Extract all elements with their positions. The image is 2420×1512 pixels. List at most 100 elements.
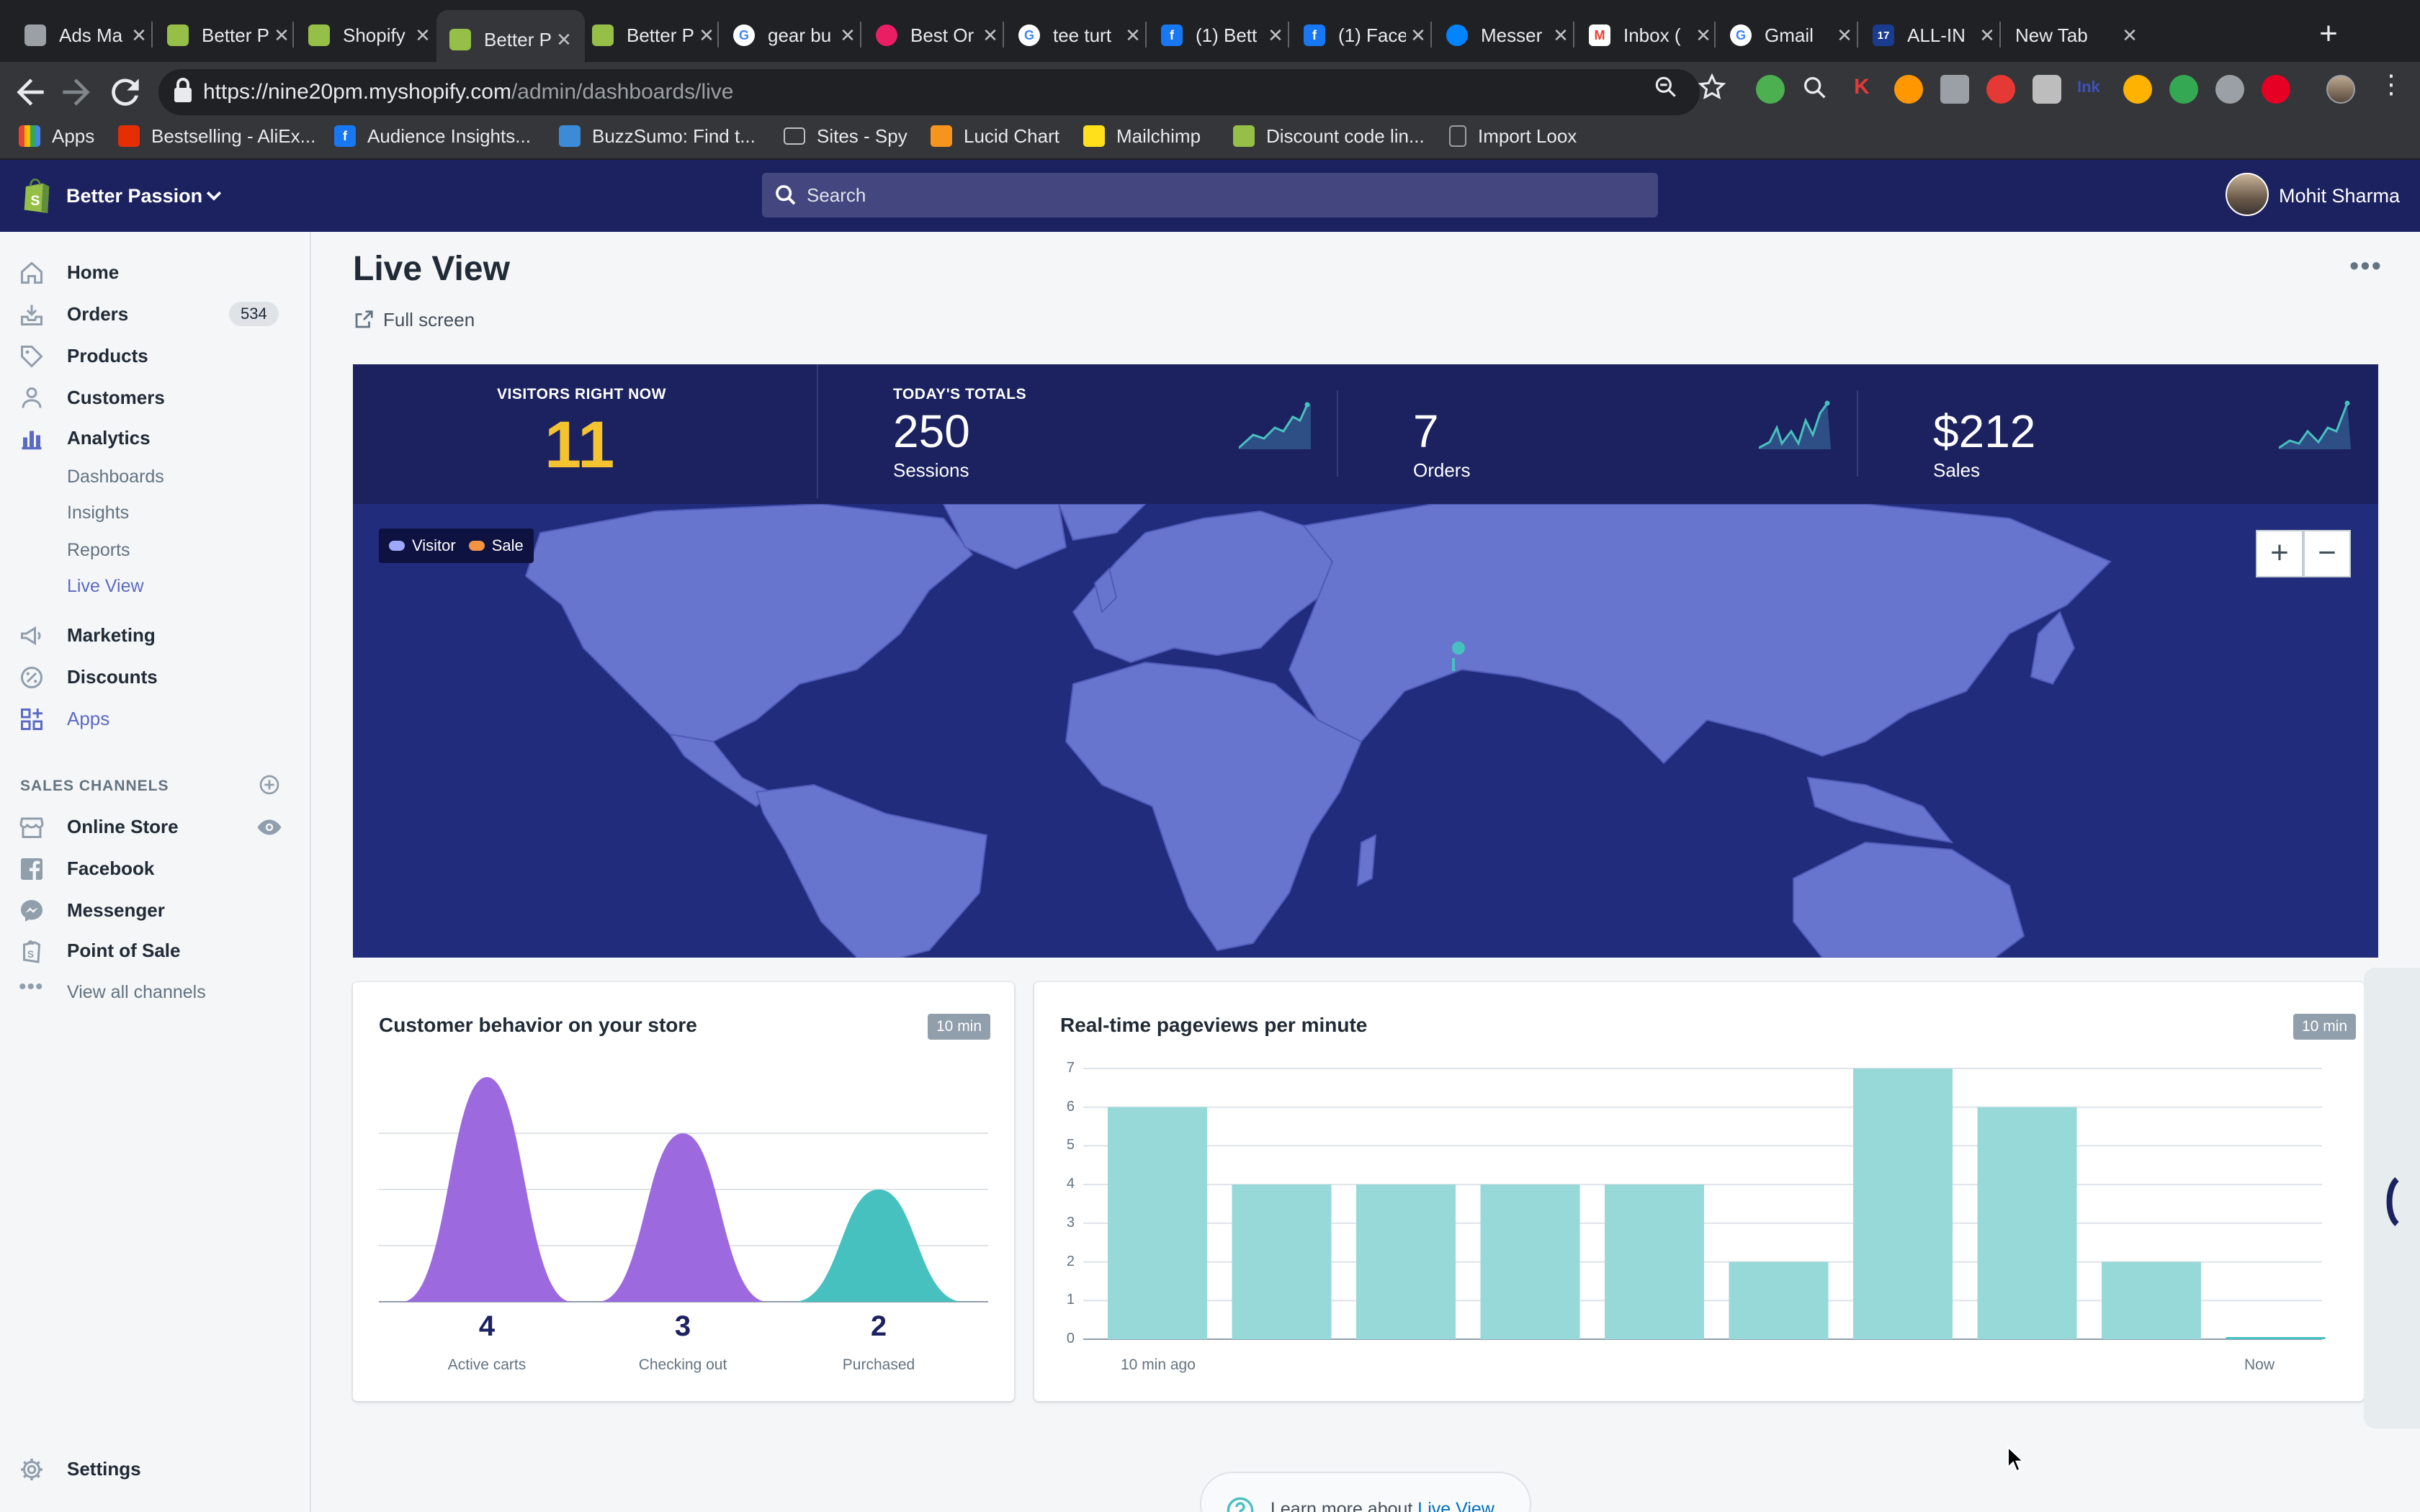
sidebar-subitem-reports[interactable]: Reports	[0, 531, 302, 569]
avatar[interactable]	[2226, 173, 2269, 216]
sidebar-subitem-insights[interactable]: Insights	[0, 494, 302, 531]
close-tab-icon[interactable]: ✕	[2118, 24, 2142, 47]
close-tab-icon[interactable]: ✕	[1121, 24, 1145, 47]
extension-cloud-icon[interactable]	[2123, 75, 2152, 104]
browser-tab[interactable]: Better P ✕	[436, 10, 585, 69]
pageviews-bar[interactable]	[1605, 1184, 1704, 1339]
extension-code-icon[interactable]	[1940, 75, 1969, 104]
user-name[interactable]: Mohit Sharma	[2279, 180, 2400, 212]
browser-tab[interactable]: f (1) Face ✕	[1291, 12, 1439, 59]
forward-button[interactable]	[56, 72, 97, 112]
bookmark-item[interactable]: BuzzSumo: Find t...	[559, 120, 756, 153]
browser-tab[interactable]: New Tab ✕	[2002, 12, 2151, 59]
close-tab-icon[interactable]: ✕	[127, 24, 151, 47]
bookmark-item[interactable]: f Audience Insights...	[334, 120, 531, 153]
pageviews-bar[interactable]	[1232, 1184, 1332, 1339]
pageviews-bar[interactable]	[1356, 1184, 1456, 1339]
pageviews-bar[interactable]	[2226, 1337, 2326, 1339]
pageviews-bar[interactable]	[1729, 1261, 1829, 1339]
pageviews-bar[interactable]	[1977, 1107, 2077, 1339]
pinterest-icon[interactable]	[2262, 75, 2290, 104]
zoom-icon[interactable]	[1652, 73, 1680, 101]
browser-tab[interactable]: Messer ✕	[1433, 12, 1582, 59]
browser-tab[interactable]: 17 ALL-IN ✕	[1860, 12, 2008, 59]
sidebar-subitem-live-view[interactable]: Live View	[0, 567, 302, 605]
sidebar-channel-point-of-sale[interactable]: S Point of Sale	[0, 932, 302, 969]
extension-arch-icon[interactable]	[2215, 75, 2244, 104]
sidebar-channel-facebook[interactable]: Facebook	[0, 850, 302, 887]
profile-avatar-icon[interactable]	[2326, 75, 2355, 104]
pageviews-bar[interactable]	[1853, 1068, 1953, 1339]
new-tab-button[interactable]: +	[2311, 16, 2347, 52]
sidebar-item-apps[interactable]: Apps	[0, 700, 302, 737]
fullscreen-link[interactable]: Full screen	[353, 305, 475, 334]
close-tab-icon[interactable]: ✕	[411, 24, 435, 47]
bookmark-item[interactable]: Lucid Chart	[931, 120, 1059, 153]
browser-tab[interactable]: Gtee turt ✕	[1005, 12, 1154, 59]
learn-more-link[interactable]: Live View	[1417, 1499, 1494, 1512]
close-tab-icon[interactable]: ✕	[1691, 24, 1716, 47]
browser-tab[interactable]: Ggear bu ✕	[720, 12, 869, 59]
browser-tab[interactable]: f (1) Bett ✕	[1148, 12, 1296, 59]
browser-tab[interactable]: G Gmail ✕	[1717, 12, 1865, 59]
chevron-down-icon[interactable]	[203, 184, 225, 206]
sidebar-item-orders[interactable]: Orders 534	[0, 295, 302, 333]
sidebar-subitem-dashboards[interactable]: Dashboards	[0, 458, 302, 495]
extension-blue-text-icon[interactable]: Ink	[2077, 78, 2100, 96]
bookmark-item[interactable]: Discount code lin...	[1233, 120, 1425, 153]
sidebar-item-discounts[interactable]: Discounts	[0, 658, 302, 696]
browser-menu-icon[interactable]: ⋮	[2378, 69, 2404, 112]
eye-icon[interactable]	[256, 816, 282, 838]
world-map[interactable]	[353, 504, 2378, 958]
sidebar-channel-messenger[interactable]: Messenger	[0, 891, 302, 929]
more-actions-icon[interactable]: •••	[2349, 253, 2381, 281]
grammarly-icon[interactable]	[2169, 75, 2198, 104]
pageviews-bar[interactable]	[1108, 1107, 1207, 1339]
close-tab-icon[interactable]: ✕	[269, 24, 294, 47]
side-drawer-tab[interactable]	[2364, 968, 2420, 1428]
store-name[interactable]: Better Passion	[66, 180, 202, 212]
browser-tab[interactable]: M Inbox (✕	[1576, 12, 1724, 59]
sidebar-item-settings[interactable]: Settings	[0, 1450, 302, 1488]
reload-button[interactable]	[105, 72, 145, 112]
bookmark-item[interactable]: Sites - Spy	[784, 120, 908, 153]
zoom-out-button[interactable]: −	[2303, 530, 2351, 577]
browser-tab[interactable]: Ads Ma ✕	[12, 12, 160, 59]
close-tab-icon[interactable]: ✕	[1263, 24, 1288, 47]
url-text[interactable]: https://nine20pm.myshopify.com/admin/das…	[203, 72, 733, 112]
close-tab-icon[interactable]: ✕	[835, 24, 860, 47]
sidebar-item-home[interactable]: Home	[0, 253, 302, 291]
extension-k-icon[interactable]: K	[1854, 75, 1870, 99]
extension-red-icon[interactable]	[1986, 75, 2015, 104]
back-button[interactable]	[10, 72, 50, 112]
pageviews-bar[interactable]	[1480, 1184, 1580, 1339]
add-channel-icon[interactable]	[258, 773, 281, 796]
search-input[interactable]	[807, 176, 1642, 215]
browser-tab[interactable]: Shopify ✕	[295, 12, 444, 59]
sidebar-view-all-channels[interactable]: ••• View all channels	[0, 973, 302, 1011]
sidebar-item-customers[interactable]: Customers	[0, 379, 302, 416]
bookmark-star-icon[interactable]	[1697, 72, 1727, 102]
bookmark-item[interactable]: Import Loox	[1449, 120, 1577, 153]
extension-orange-icon[interactable]	[1894, 75, 1923, 104]
close-tab-icon[interactable]: ✕	[1832, 24, 1857, 47]
close-tab-icon[interactable]: ✕	[694, 24, 719, 47]
bookmark-item[interactable]: Bestselling - AliEx...	[118, 120, 315, 153]
close-tab-icon[interactable]: ✕	[1549, 24, 1573, 47]
extension-green-icon[interactable]	[1756, 75, 1785, 104]
close-tab-icon[interactable]: ✕	[1406, 24, 1430, 47]
close-tab-icon[interactable]: ✕	[1975, 24, 1999, 47]
shopify-bag-icon[interactable]: S	[20, 177, 53, 215]
extension-search-icon[interactable]	[1801, 73, 1829, 102]
zoom-in-button[interactable]: +	[2256, 530, 2303, 577]
pageviews-bar[interactable]	[2102, 1261, 2201, 1339]
bookmark-item[interactable]: Mailchimp	[1083, 120, 1201, 153]
sidebar-item-marketing[interactable]: Marketing	[0, 616, 302, 654]
extension-camera-icon[interactable]	[2033, 75, 2061, 104]
browser-tab[interactable]: Best Or ✕	[863, 12, 1011, 59]
close-tab-icon[interactable]: ✕	[978, 24, 1003, 47]
bookmark-item[interactable]: Apps	[19, 120, 94, 153]
sidebar-item-analytics[interactable]: Analytics	[0, 419, 302, 456]
browser-tab[interactable]: Better P ✕	[154, 12, 302, 59]
browser-tab[interactable]: Better P ✕	[579, 12, 727, 59]
